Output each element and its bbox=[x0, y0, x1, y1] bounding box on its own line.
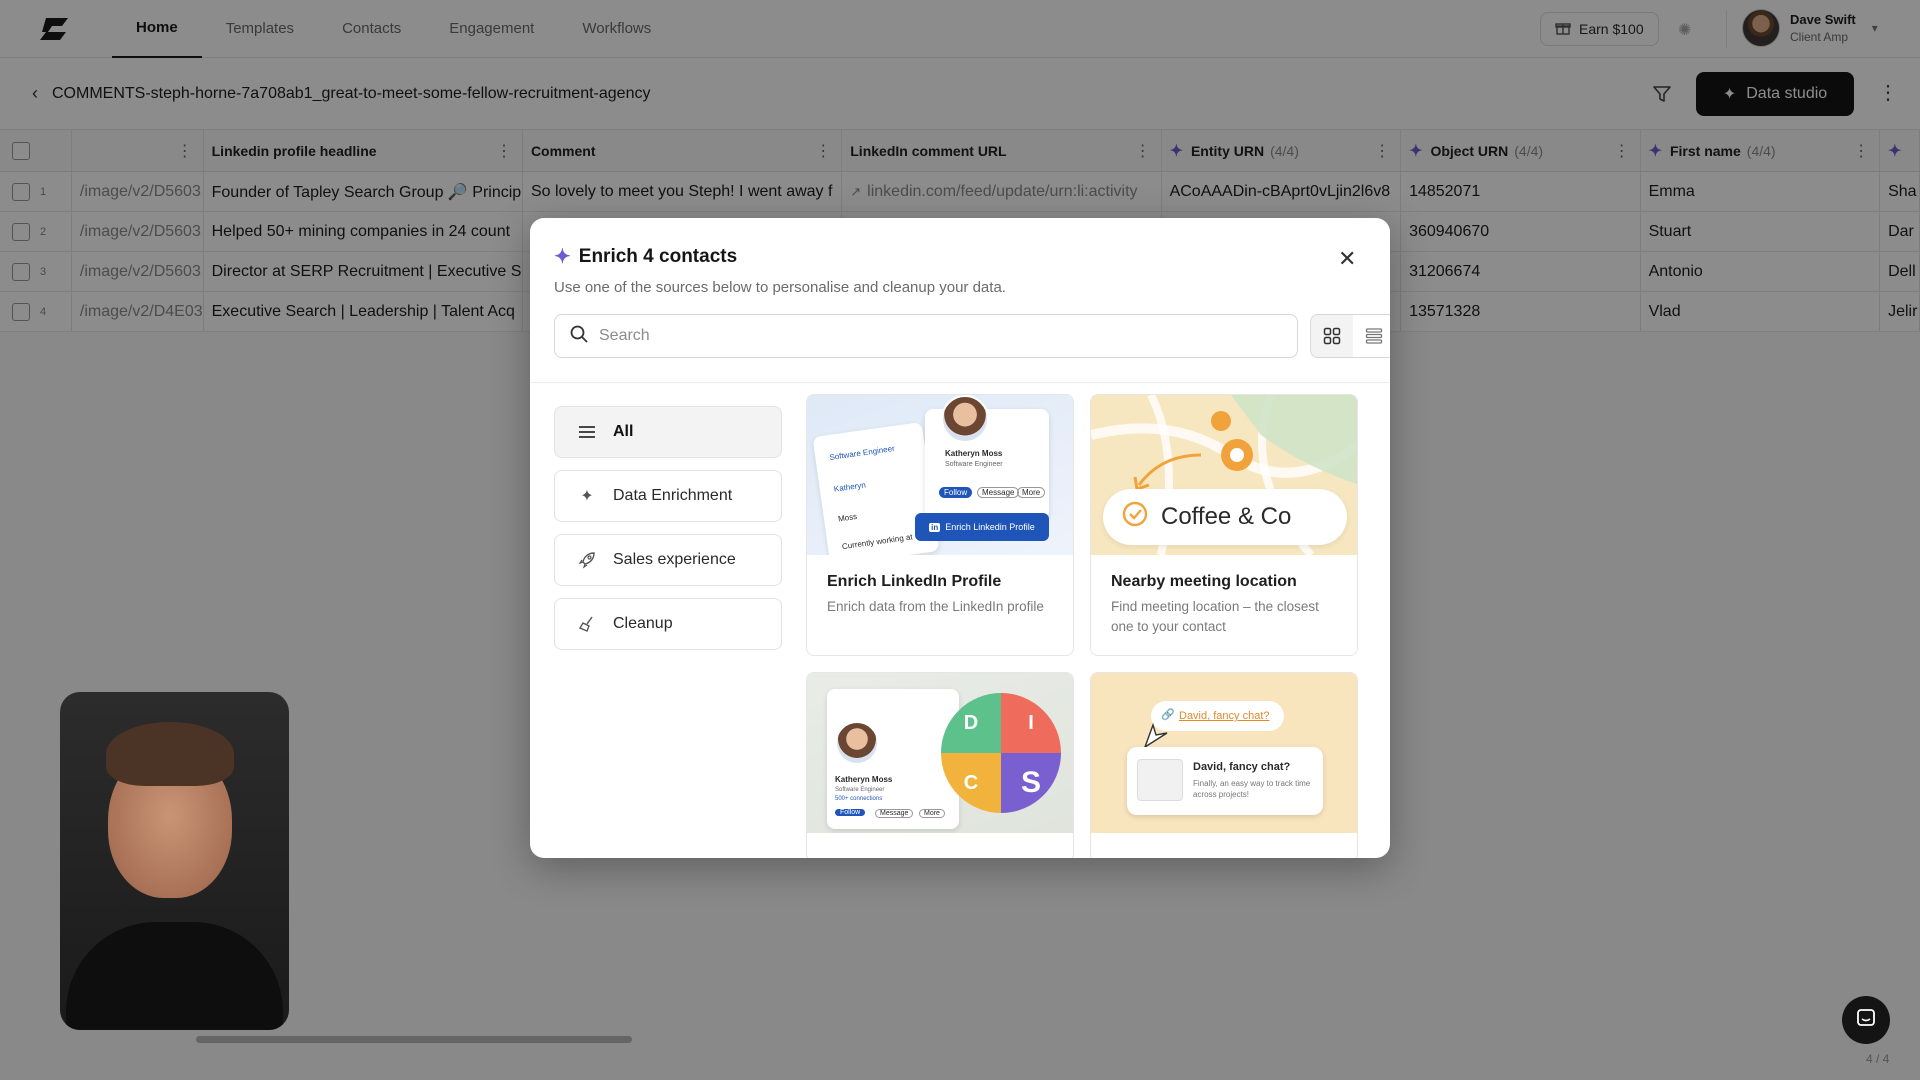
category-data-enrichment[interactable]: ✦ Data Enrichment bbox=[554, 470, 782, 522]
linkedin-profile-illustration: Software Engineer Katheryn Moss Currentl… bbox=[807, 395, 1073, 555]
card-enrich-linkedin[interactable]: Software Engineer Katheryn Moss Currentl… bbox=[806, 394, 1074, 656]
chat-icon bbox=[1855, 1007, 1877, 1034]
chat-button[interactable] bbox=[1842, 996, 1890, 1044]
category-list: All ✦ Data Enrichment Sales experience C… bbox=[554, 406, 782, 662]
view-toggle bbox=[1310, 314, 1390, 358]
disc-illustration: Katheryn Moss Software Engineer 500+ con… bbox=[807, 673, 1073, 833]
video-thumbnail bbox=[1137, 759, 1183, 801]
location-pill: Coffee & Co bbox=[1103, 489, 1347, 545]
disc-wheel: D I C S bbox=[941, 693, 1061, 813]
card-nearby-meeting-location[interactable]: Coffee & Co Nearby meeting location Find… bbox=[1090, 394, 1358, 656]
search-input[interactable] bbox=[599, 327, 1279, 345]
modal-subtitle: Use one of the sources below to personal… bbox=[554, 279, 1006, 296]
sparkle-icon: ✦ bbox=[554, 246, 571, 268]
enrich-modal: ✦ Enrich 4 contacts Use one of the sourc… bbox=[530, 218, 1390, 858]
sparkle-icon: ✦ bbox=[580, 488, 594, 505]
modal-divider bbox=[530, 382, 1390, 383]
search-box[interactable] bbox=[554, 314, 1298, 358]
card-title: Enrich LinkedIn Profile bbox=[827, 573, 1002, 590]
category-cleanup[interactable]: Cleanup bbox=[554, 598, 782, 650]
map-illustration: Coffee & Co bbox=[1091, 395, 1357, 555]
presenter-video bbox=[60, 692, 289, 1030]
card-description: Find meeting location – the closest one … bbox=[1111, 599, 1319, 634]
modal-title: Enrich 4 contacts bbox=[578, 245, 738, 267]
broom-icon bbox=[577, 615, 597, 633]
search-icon bbox=[569, 324, 589, 349]
card-personalised-message[interactable]: 🔗 David, fancy chat? David, fancy chat? … bbox=[1090, 672, 1358, 858]
rocket-icon bbox=[577, 551, 597, 569]
card-title: Nearby meeting location bbox=[1111, 573, 1297, 590]
card-disc-profile[interactable]: Katheryn Moss Software Engineer 500+ con… bbox=[806, 672, 1074, 858]
check-circle-icon bbox=[1121, 500, 1149, 535]
menu-icon bbox=[577, 425, 597, 439]
profile-photo bbox=[941, 395, 989, 443]
grid-view-icon[interactable] bbox=[1311, 315, 1353, 357]
close-icon[interactable]: ✕ bbox=[1338, 246, 1356, 272]
profile-photo bbox=[835, 721, 879, 765]
category-sales-experience[interactable]: Sales experience bbox=[554, 534, 782, 586]
message-illustration: 🔗 David, fancy chat? David, fancy chat? … bbox=[1091, 673, 1357, 833]
link-icon: 🔗 bbox=[1161, 709, 1175, 721]
category-all[interactable]: All bbox=[554, 406, 782, 458]
enrich-profile-illustration-button: in Enrich Linkedin Profile bbox=[915, 513, 1049, 541]
list-view-icon[interactable] bbox=[1353, 315, 1390, 357]
card-description: Enrich data from the LinkedIn profile bbox=[827, 599, 1044, 614]
